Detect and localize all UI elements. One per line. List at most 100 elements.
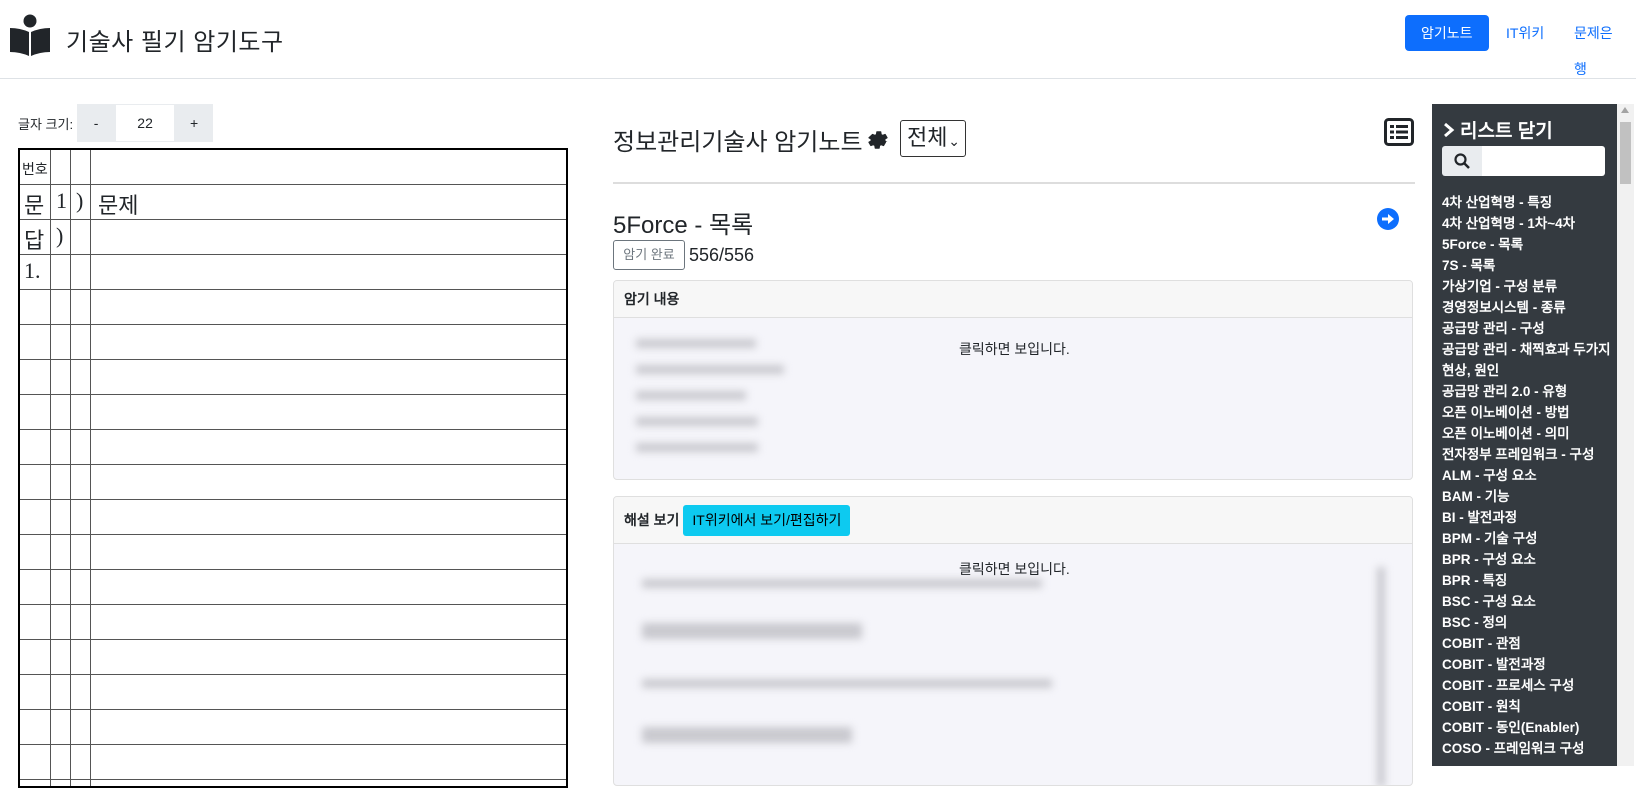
category-select-value: 전체 [907,125,948,150]
list-item[interactable]: COBIT - 동인(Enabler) [1442,717,1612,738]
memo-card[interactable]: 암기 내용 클릭하면 보입니다. [613,280,1413,480]
grid-row [20,430,566,465]
blurred-scrollbar [1377,567,1385,785]
grid-header-row: 번호 [20,150,566,185]
brand-title[interactable]: 기술사 필기 암기도구 [66,22,284,57]
grid-row [20,675,566,710]
blurred-content [642,623,862,639]
nav-question-bank[interactable]: 문제은행 [1558,15,1636,77]
grid-row [20,395,566,430]
blurred-content [642,579,1042,588]
memo-card-title: 암기 내용 [624,291,680,307]
list-item[interactable]: 5Force - 목록 [1442,234,1612,255]
list-item[interactable]: BPM - 기술 구성 [1442,528,1612,549]
nav-notes[interactable]: 암기노트 [1405,15,1489,51]
list-item[interactable]: BAM - 기능 [1442,486,1612,507]
memo-card-header: 암기 내용 [614,281,1412,318]
sidebar-scrollbar[interactable] [1617,104,1634,766]
grid-header-number: 번호 [22,161,48,177]
list-close-label: 리스트 닫기 [1460,121,1553,142]
grid-cell: 1. [24,258,41,283]
grid-row [20,325,566,360]
font-size-control: 글자 크기: - 22 + [18,104,214,142]
click-to-reveal-text: 클릭하면 보입니다. [959,341,1070,357]
list-item[interactable]: COBIT - 관점 [1442,633,1612,654]
list-item[interactable]: 전자정부 프레임워크 - 구성 [1442,444,1612,465]
top-navbar: 기술사 필기 암기도구 암기노트 IT위키 문제은행 [0,0,1636,79]
click-to-reveal-text: 클릭하면 보입니다. [959,561,1070,577]
scroll-up-arrow-icon[interactable] [1621,107,1629,113]
grid-row [20,465,566,500]
search-button[interactable] [1442,146,1482,176]
list-view-icon[interactable] [1384,118,1414,146]
list-item[interactable]: 7S - 목록 [1442,255,1612,276]
list-item[interactable]: BPR - 구성 요소 [1442,549,1612,570]
answer-grid[interactable]: 번호 문 1 ) 문제 답 ) 1. [18,148,568,788]
list-item[interactable]: ALM - 구성 요소 [1442,465,1612,486]
font-size-decrease-button[interactable]: - [77,104,116,142]
list-item[interactable]: 가상기업 - 구성 분류 [1442,276,1612,297]
grid-row: 답 ) [20,220,566,255]
blurred-content [636,365,784,374]
item-list-sidebar: 리스트 닫기 4차 산업혁명 - 특징 4차 산업혁명 - 1차~4차 5For… [1432,104,1617,766]
font-size-increase-button[interactable]: + [175,104,214,142]
list-item[interactable]: BSC - 구성 요소 [1442,591,1612,612]
scrollbar-thumb[interactable] [1620,122,1631,184]
grid-row [20,290,566,325]
explanation-card[interactable]: 해설 보기 IT위키에서 보기/편집하기 클릭하면 보입니다. [613,496,1413,786]
grid-cell: ) [56,223,64,248]
blurred-content [642,727,852,743]
view-in-wiki-button[interactable]: IT위키에서 보기/편집하기 [683,504,851,536]
list-item[interactable]: BPR - 특징 [1442,570,1612,591]
list-item[interactable]: BSC - 정의 [1442,612,1612,633]
explanation-card-header: 해설 보기 IT위키에서 보기/편집하기 [614,497,1412,544]
item-title: 5Force - 목록 [613,212,754,239]
list-item[interactable]: 4차 산업혁명 - 1차~4차 [1442,213,1612,234]
title-divider [613,182,1415,184]
blurred-content [636,339,756,348]
grid-row [20,535,566,570]
font-size-input[interactable]: 22 [115,104,176,142]
font-size-label: 글자 크기: [18,116,74,132]
nav-it-wiki[interactable]: IT위키 [1490,15,1560,51]
blurred-content [636,391,746,400]
explanation-card-title: 해설 보기 [624,512,680,528]
list-item[interactable]: 공급망 관리 - 채찍효과 두가지 현상, 원인 [1442,339,1612,381]
list-item[interactable]: 4차 산업혁명 - 특징 [1442,192,1612,213]
grid-row: 1. [20,255,566,290]
list-close-toggle[interactable]: 리스트 닫기 [1442,116,1553,143]
chevron-right-icon [1444,122,1455,137]
blurred-content [642,679,1052,688]
next-arrow-icon[interactable] [1376,207,1400,231]
list-item[interactable]: 오픈 이노베이션 - 의미 [1442,423,1612,444]
list-item[interactable]: COBIT - 원칙 [1442,696,1612,717]
list-item[interactable]: 경영정보시스템 - 종류 [1442,297,1612,318]
list-item[interactable]: COBIT - 발전과정 [1442,654,1612,675]
grid-cell: 1 [56,188,67,213]
list-item[interactable]: 공급망 관리 2.0 - 유형 [1442,381,1612,402]
list-item[interactable]: COBIT - 프로세스 구성 [1442,675,1612,696]
grid-cell: 문 [24,193,45,218]
grid-row [20,745,566,780]
grid-cell: 답 [24,228,45,253]
grid-row [20,570,566,605]
list-item[interactable]: BI - 발전과정 [1442,507,1612,528]
gear-icon[interactable] [866,128,890,152]
grid-row [20,640,566,675]
memorized-button[interactable]: 암기 완료 [613,240,685,270]
list-search [1442,146,1605,176]
list-item[interactable]: 오픈 이노베이션 - 방법 [1442,402,1612,423]
list-item[interactable]: 공급망 관리 - 구성 [1442,318,1612,339]
search-input[interactable] [1482,146,1605,176]
category-select[interactable]: 전체 ⌄ [900,120,966,157]
grid-row [20,710,566,745]
book-reader-icon[interactable] [10,14,50,56]
grid-row [20,605,566,640]
grid-row [20,500,566,535]
grid-row: 문 1 ) 문제 [20,185,566,220]
grid-row [20,360,566,395]
search-icon [1454,153,1470,169]
blurred-content [636,417,758,426]
progress-count: 556/556 [689,245,755,265]
list-item[interactable]: COSO - 프레임워크 구성 [1442,738,1612,759]
